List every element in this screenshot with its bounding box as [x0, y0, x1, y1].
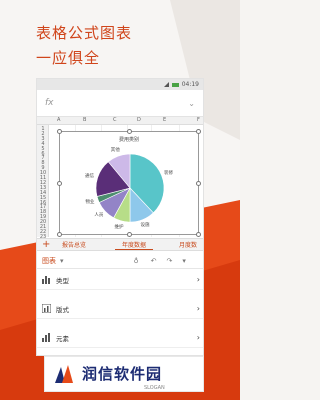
- column-header[interactable]: E: [163, 117, 166, 123]
- menu-item-layout[interactable]: 版式 ›: [37, 299, 203, 319]
- brand-logo-icon: [55, 365, 73, 383]
- status-time: 04:19: [181, 81, 199, 88]
- pie-slice-label: 装修: [164, 171, 174, 177]
- pie-slice-label: 设施: [140, 223, 150, 229]
- pie-chart[interactable]: 费用类别 装修 设施 维护 人员 物业 通信 其他: [57, 129, 201, 237]
- brand-banner: 润信软件园 SLOGAN: [44, 356, 204, 392]
- pie-chart-plot: [95, 153, 165, 223]
- battery-icon: [171, 82, 179, 87]
- redo-icon[interactable]: ↷: [167, 257, 173, 265]
- pie-slice-label: 人员: [94, 213, 104, 219]
- brand-name: 润信软件园: [82, 365, 163, 383]
- undo-icon[interactable]: ↶: [151, 257, 157, 265]
- add-sheet-button[interactable]: +: [42, 239, 50, 251]
- chevron-down-icon[interactable]: ⌄: [188, 99, 195, 108]
- pie-slice-label: 通信: [85, 173, 95, 179]
- promo-title: 表格公式图表: [36, 24, 133, 42]
- brand-slogan: SLOGAN: [144, 385, 165, 391]
- resize-handle[interactable]: [57, 232, 62, 237]
- chart-panel-title[interactable]: 图表: [42, 256, 56, 266]
- chart-layout-icon: [42, 304, 51, 313]
- tab-monthly-data[interactable]: 月度数: [172, 241, 203, 250]
- pie-slice-label: 物业: [85, 199, 95, 205]
- menu-item-label: 类型: [56, 276, 69, 285]
- column-header[interactable]: B: [83, 117, 86, 123]
- column-headers: A B C D E F: [37, 117, 203, 125]
- status-bar: 04:19: [37, 79, 203, 90]
- resize-handle[interactable]: [196, 232, 201, 237]
- menu-item-label: 版式: [56, 305, 69, 314]
- pie-slice-label: 维护: [114, 224, 124, 230]
- resize-handle[interactable]: [127, 232, 132, 237]
- menu-item-type[interactable]: 类型 ›: [37, 270, 203, 290]
- column-header[interactable]: F: [197, 117, 200, 123]
- chevron-down-icon[interactable]: ▾: [60, 257, 64, 265]
- promo-subtitle: 一应俱全: [36, 49, 101, 67]
- formula-bar[interactable]: fx ⌄: [37, 90, 203, 117]
- chevron-right-icon: ›: [196, 333, 200, 342]
- resize-handle[interactable]: [196, 181, 201, 186]
- resize-handle[interactable]: [57, 129, 62, 134]
- sheet-tabs: + 报告总览 年度数据 月度数: [37, 238, 203, 251]
- phone-screen: 04:19 fx ⌄ A B C D E F 1 2 3 4 5 6 7 8 9 10 11 12 13…: [36, 78, 204, 356]
- column-header[interactable]: A: [57, 117, 60, 123]
- chart-elements-icon: [42, 333, 50, 342]
- row-headers: 1 2 3 4 5 6 7 8 9 10 11 12 13 14 15 16 17 18 19 20 21 22 23: [37, 125, 49, 240]
- menu-item-label: 元素: [56, 334, 69, 343]
- spreadsheet-grid[interactable]: A B C D E F 1 2 3 4 5 6 7 8 9 10 11 12 13 14 15 16 17 18 1…: [37, 117, 203, 240]
- tab-report-overview[interactable]: 报告总览: [55, 241, 93, 250]
- signal-icon: [163, 82, 169, 87]
- fx-icon: fx: [45, 98, 54, 108]
- column-header[interactable]: D: [137, 117, 141, 123]
- pie-slice-label: 其他: [110, 148, 120, 154]
- chart-toolbar: 图表 ▾ ♁ ↶ ↷ ▾: [37, 253, 203, 269]
- resize-handle[interactable]: [57, 181, 62, 186]
- menu-item-elements[interactable]: 元素 ›: [37, 328, 203, 348]
- chevron-down-icon[interactable]: ▾: [182, 257, 186, 265]
- resize-handle[interactable]: [127, 129, 132, 134]
- column-header[interactable]: C: [113, 117, 117, 123]
- chevron-right-icon: ›: [196, 275, 200, 284]
- bar-chart-icon: [42, 276, 50, 284]
- resize-handle[interactable]: [196, 129, 201, 134]
- tab-annual-data[interactable]: 年度数据: [115, 241, 154, 250]
- chevron-right-icon: ›: [196, 304, 200, 313]
- lightbulb-icon[interactable]: ♁: [134, 257, 139, 265]
